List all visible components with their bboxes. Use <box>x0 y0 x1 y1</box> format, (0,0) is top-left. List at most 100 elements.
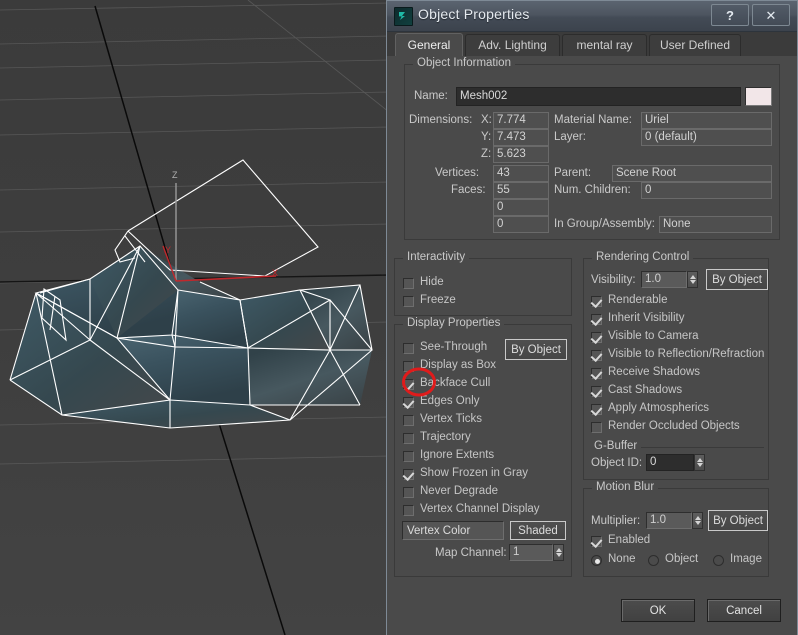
tab-user-defined[interactable]: User Defined <box>649 34 741 56</box>
ignore-extents-label: Ignore Extents <box>420 449 495 461</box>
multiplier-spinner[interactable] <box>692 512 703 529</box>
motion-blur-image-radio[interactable] <box>713 555 724 566</box>
visible-to-reflection-refraction-checkbox-box[interactable] <box>591 350 602 361</box>
trajectory-checkbox-box[interactable] <box>403 433 414 444</box>
checkbox-see-through[interactable]: See-Through <box>403 341 503 356</box>
checkbox-backface-cull[interactable]: Backface Cull <box>403 377 563 392</box>
motion-blur-by-object-button[interactable]: By Object <box>708 510 768 531</box>
edges-only-checkbox-box[interactable] <box>403 397 414 408</box>
vertex-channel-combo[interactable]: Vertex Color <box>402 521 504 540</box>
tab-adv-lighting[interactable]: Adv. Lighting <box>465 34 560 56</box>
radio-motion-blur-image[interactable]: Image <box>713 553 771 568</box>
map-channel-spinner[interactable] <box>553 544 564 561</box>
faces-value: 55 <box>493 182 549 199</box>
help-button[interactable]: ? <box>711 4 749 26</box>
rendering-by-object-button[interactable]: By Object <box>706 269 768 290</box>
material-name-label: Material Name: <box>554 114 632 126</box>
checkbox-freeze[interactable]: Freeze <box>403 294 553 309</box>
object-id-input[interactable]: 0 <box>646 454 694 471</box>
see-through-checkbox-box[interactable] <box>403 343 414 354</box>
vertex-ticks-checkbox-box[interactable] <box>403 415 414 426</box>
renderable-checkbox-box[interactable] <box>591 296 602 307</box>
checkbox-cast-shadows[interactable]: Cast Shadows <box>591 384 766 399</box>
vertex-channel-display-checkbox-box[interactable] <box>403 505 414 516</box>
tab-bar: General Adv. Lighting mental ray User De… <box>387 32 797 57</box>
spinner-down-icon <box>690 280 696 284</box>
cast-shadows-checkbox-box[interactable] <box>591 386 602 397</box>
motion-blur-none-radio[interactable] <box>591 555 602 566</box>
dimension-x-label: X: <box>481 114 492 126</box>
visibility-input[interactable]: 1.0 <box>641 271 687 288</box>
motion-blur-object-radio[interactable] <box>648 555 659 566</box>
visible-to-camera-checkbox-box[interactable] <box>591 332 602 343</box>
motion-blur-enabled-checkbox-box[interactable] <box>591 536 602 547</box>
checkbox-renderable[interactable]: Renderable <box>591 294 766 309</box>
checkbox-receive-shadows[interactable]: Receive Shadows <box>591 366 766 381</box>
spinner-down-icon <box>697 463 703 467</box>
hide-checkbox-box[interactable] <box>403 278 414 289</box>
visibility-spinner[interactable] <box>687 271 698 288</box>
object-information-group: Object Information Name: Mesh002 Dimensi… <box>404 57 780 240</box>
backface-cull-checkbox-box[interactable] <box>403 379 414 390</box>
never-degrade-checkbox-box[interactable] <box>403 487 414 498</box>
freeze-checkbox-box[interactable] <box>403 296 414 307</box>
checkbox-trajectory[interactable]: Trajectory <box>403 431 563 446</box>
shaded-button[interactable]: Shaded <box>510 521 566 540</box>
close-button[interactable]: ✕ <box>752 4 790 26</box>
checkbox-visible-to-camera[interactable]: Visible to Camera <box>591 330 766 345</box>
num-children-value: 0 <box>641 182 772 199</box>
name-input[interactable]: Mesh002 <box>456 87 741 106</box>
render-occluded-objects-checkbox-box[interactable] <box>591 422 602 433</box>
display-by-object-button[interactable]: By Object <box>505 339 567 360</box>
checkbox-vertex-ticks[interactable]: Vertex Ticks <box>403 413 563 428</box>
checkbox-never-degrade[interactable]: Never Degrade <box>403 485 563 500</box>
radio-motion-blur-object[interactable]: Object <box>648 553 708 568</box>
checkbox-show-frozen-in-gray[interactable]: Show Frozen in Gray <box>403 467 563 482</box>
dimension-y-label: Y: <box>481 131 492 143</box>
tab-mental-ray[interactable]: mental ray <box>562 34 647 56</box>
checkbox-edges-only[interactable]: Edges Only <box>403 395 563 410</box>
multiplier-input[interactable]: 1.0 <box>646 512 692 529</box>
checkbox-ignore-extents[interactable]: Ignore Extents <box>403 449 563 464</box>
freeze-label: Freeze <box>420 294 456 306</box>
dimension-z-label: Z: <box>481 148 492 160</box>
spinner-up-icon <box>690 275 696 279</box>
display-properties-group: Display Properties By Object See-Through… <box>394 317 573 577</box>
layer-value: 0 (default) <box>641 129 772 146</box>
apply-atmospherics-checkbox-box[interactable] <box>591 404 602 415</box>
checkbox-apply-atmospherics[interactable]: Apply Atmospherics <box>591 402 766 417</box>
spinner-down-icon <box>556 553 562 557</box>
object-color-swatch[interactable] <box>745 87 772 106</box>
dimension-z-value: 5.623 <box>493 146 549 163</box>
interactivity-caption: Interactivity <box>403 251 470 263</box>
checkbox-inherit-visibility[interactable]: Inherit Visibility <box>591 312 766 327</box>
receive-shadows-checkbox-box[interactable] <box>591 368 602 379</box>
vertex-channel-display-label: Vertex Channel Display <box>420 503 540 515</box>
receive-shadows-label: Receive Shadows <box>608 366 701 378</box>
axis-z-label: Z <box>172 170 178 180</box>
ok-button[interactable]: OK <box>621 599 695 622</box>
object-properties-icon <box>394 7 413 26</box>
trajectory-label: Trajectory <box>420 431 471 443</box>
checkbox-display-as-box[interactable]: Display as Box <box>403 359 503 374</box>
checkbox-vertex-channel-display[interactable]: Vertex Channel Display <box>403 503 573 518</box>
object-id-spinner[interactable] <box>694 454 705 471</box>
show-frozen-in-gray-checkbox-box[interactable] <box>403 469 414 480</box>
extra-count-2: 0 <box>493 216 549 233</box>
inherit-visibility-checkbox-box[interactable] <box>591 314 602 325</box>
display-as-box-checkbox-box[interactable] <box>403 361 414 372</box>
cancel-button[interactable]: Cancel <box>707 599 781 622</box>
viewport-3d[interactable]: Z Y X <box>0 0 389 635</box>
ignore-extents-checkbox-box[interactable] <box>403 451 414 462</box>
num-children-label: Num. Children: <box>554 184 631 196</box>
tab-general[interactable]: General <box>395 33 463 56</box>
dialog-titlebar[interactable]: Object Properties ? ✕ <box>387 1 797 32</box>
map-channel-input[interactable]: 1 <box>509 544 553 561</box>
checkbox-visible-to-reflection-refraction[interactable]: Visible to Reflection/Refraction <box>591 348 769 363</box>
radio-motion-blur-none[interactable]: None <box>591 553 646 568</box>
checkbox-hide[interactable]: Hide <box>403 276 553 291</box>
screen: Z Y X Object Properties ? ✕ General Adv.… <box>0 0 798 635</box>
never-degrade-label: Never Degrade <box>420 485 498 497</box>
checkbox-render-occluded-objects[interactable]: Render Occluded Objects <box>591 420 766 435</box>
checkbox-motion-blur-enabled[interactable]: Enabled <box>591 534 711 549</box>
